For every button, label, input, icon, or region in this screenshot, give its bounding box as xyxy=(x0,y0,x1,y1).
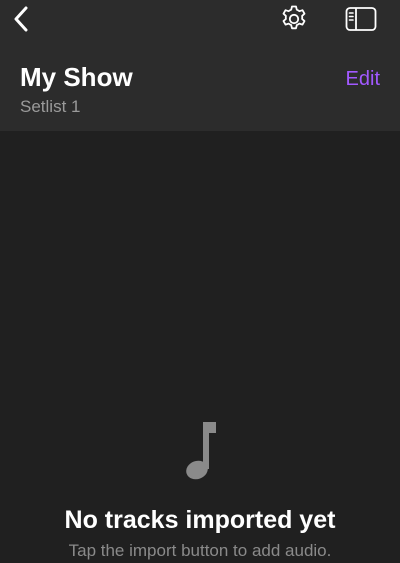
sidebar-icon xyxy=(345,7,377,31)
header: My Show Setlist 1 Edit xyxy=(0,0,400,131)
sidebar-toggle-button[interactable] xyxy=(342,3,380,35)
settings-button[interactable] xyxy=(278,3,310,35)
top-bar xyxy=(0,0,400,40)
setlist-subtitle: Setlist 1 xyxy=(20,97,81,116)
music-note-icon xyxy=(186,422,216,480)
back-button[interactable] xyxy=(6,2,36,36)
page-title: My Show xyxy=(20,62,133,92)
empty-state-title: No tracks imported yet xyxy=(64,506,336,534)
chevron-left-icon xyxy=(14,6,28,32)
gear-icon xyxy=(282,5,306,30)
empty-state-subtitle: Tap the import button to add audio. xyxy=(68,541,332,560)
empty-state: No tracks imported yet Tap the import bu… xyxy=(0,420,400,562)
app-screen: My Show Setlist 1 Edit No tracks importe… xyxy=(0,0,400,563)
edit-button[interactable]: Edit xyxy=(346,66,380,92)
